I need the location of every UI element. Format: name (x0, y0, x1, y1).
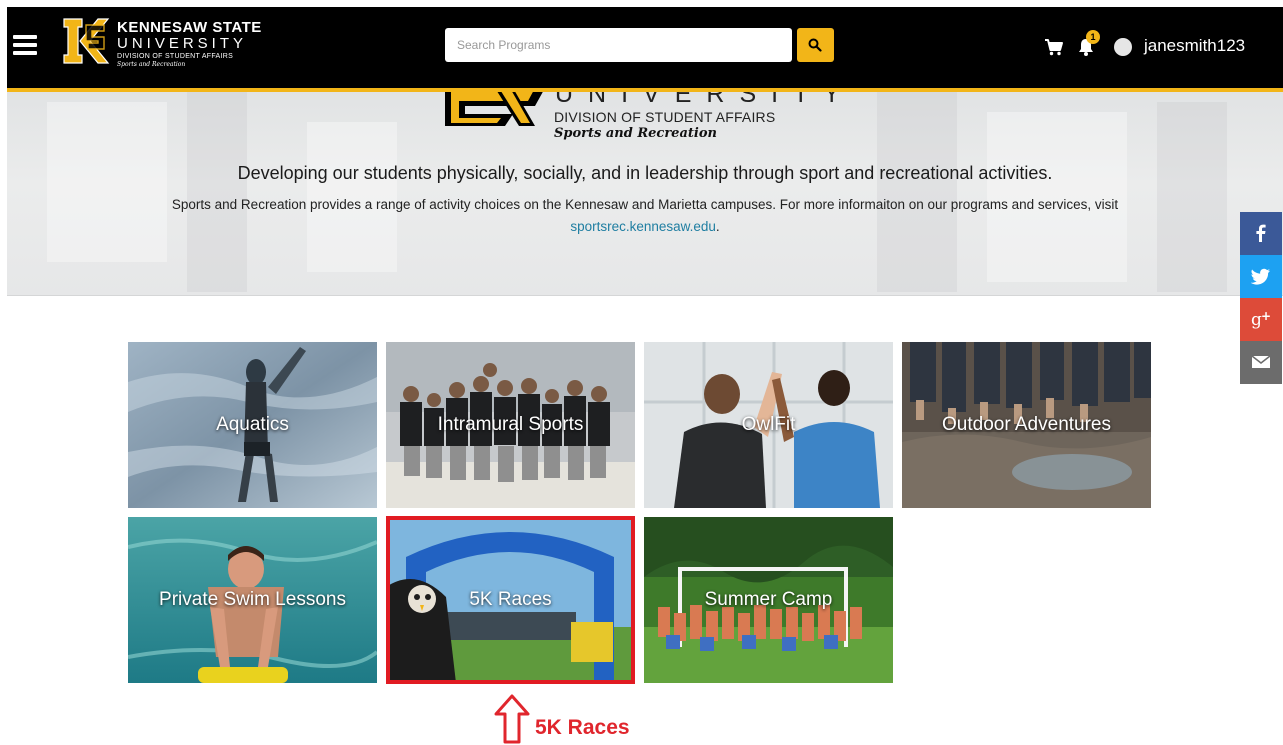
program-tile-label: Private Swim Lessons (159, 589, 346, 610)
ksu-logo-icon[interactable] (60, 15, 112, 67)
program-tile-label: 5K Races (469, 589, 552, 610)
google-plus-share-button[interactable]: g + (1240, 298, 1282, 341)
hero-link-line: sportsrec.kennesaw.edu. (7, 219, 1283, 234)
hero-link-suffix: . (715, 219, 720, 234)
google-plus-icon: g + (1251, 309, 1271, 329)
hero-subtitle: Sports and Recreation (554, 126, 717, 141)
email-share-button[interactable] (1240, 341, 1282, 384)
notification-badge: 1 (1086, 30, 1100, 44)
hero-tagline: Developing our students physically, soci… (237, 163, 1053, 183)
program-tile-label: Intramural Sports (437, 414, 584, 435)
page: KENNESAW STATE UNIVERSITY DIVISION OF ST… (0, 0, 1283, 745)
svg-text:+: + (1261, 309, 1271, 323)
logo-line-1: KENNESAW STATE (117, 19, 262, 36)
header-logo-text[interactable]: KENNESAW STATE UNIVERSITY DIVISION OF ST… (117, 19, 262, 69)
program-tile-outdoor-adventures[interactable]: Outdoor Adventures (902, 342, 1151, 508)
hero-banner: UNIVERSITY DIVISION OF STUDENT AFFAIRS S… (7, 92, 1283, 296)
facebook-share-button[interactable] (1240, 212, 1282, 255)
program-tile-label: OwlFit (741, 414, 796, 435)
program-tile-label: Aquatics (216, 414, 289, 435)
search-input[interactable] (445, 28, 792, 62)
logo-line-3: DIVISION OF STUDENT AFFAIRS (117, 53, 234, 60)
facebook-icon (1256, 224, 1266, 242)
hero-division-text: DIVISION OF STUDENT AFFAIRS (554, 109, 776, 125)
avatar[interactable] (1114, 38, 1132, 56)
username-link[interactable]: janesmith123 (1144, 36, 1245, 56)
cart-icon[interactable] (1044, 37, 1064, 57)
twitter-icon (1251, 268, 1270, 285)
program-tile-private-swim-lessons[interactable]: Private Swim Lessons (128, 517, 377, 683)
search-icon (808, 38, 822, 52)
email-icon (1251, 355, 1271, 368)
sportsrec-link[interactable]: sportsrec.kennesaw.edu (570, 219, 716, 234)
program-tile-summer-camp[interactable]: Summer Camp (644, 517, 893, 683)
hero-description: Sports and Recreation provides a range o… (171, 197, 1119, 212)
search-button[interactable] (797, 28, 834, 62)
logo-line-2: UNIVERSITY (117, 35, 248, 52)
annotation-label: 5K Races (535, 716, 630, 739)
logo-line-4: Sports and Recreation (117, 61, 186, 68)
hamburger-menu-icon[interactable] (13, 35, 37, 55)
program-tile-aquatics[interactable]: Aquatics (128, 342, 377, 508)
program-tile-intramural-sports[interactable]: Intramural Sports (386, 342, 635, 508)
program-tile-label: Outdoor Adventures (942, 414, 1111, 435)
ksu-hero-logo-icon (445, 92, 543, 126)
twitter-share-button[interactable] (1240, 255, 1282, 298)
up-arrow-icon (494, 694, 530, 744)
program-tile-5k-races[interactable]: 5K Races (386, 517, 635, 683)
hero-university-text: UNIVERSITY (555, 92, 856, 108)
program-tile-owlfit[interactable]: OwlFit (644, 342, 893, 508)
program-tile-label: Summer Camp (704, 589, 833, 610)
